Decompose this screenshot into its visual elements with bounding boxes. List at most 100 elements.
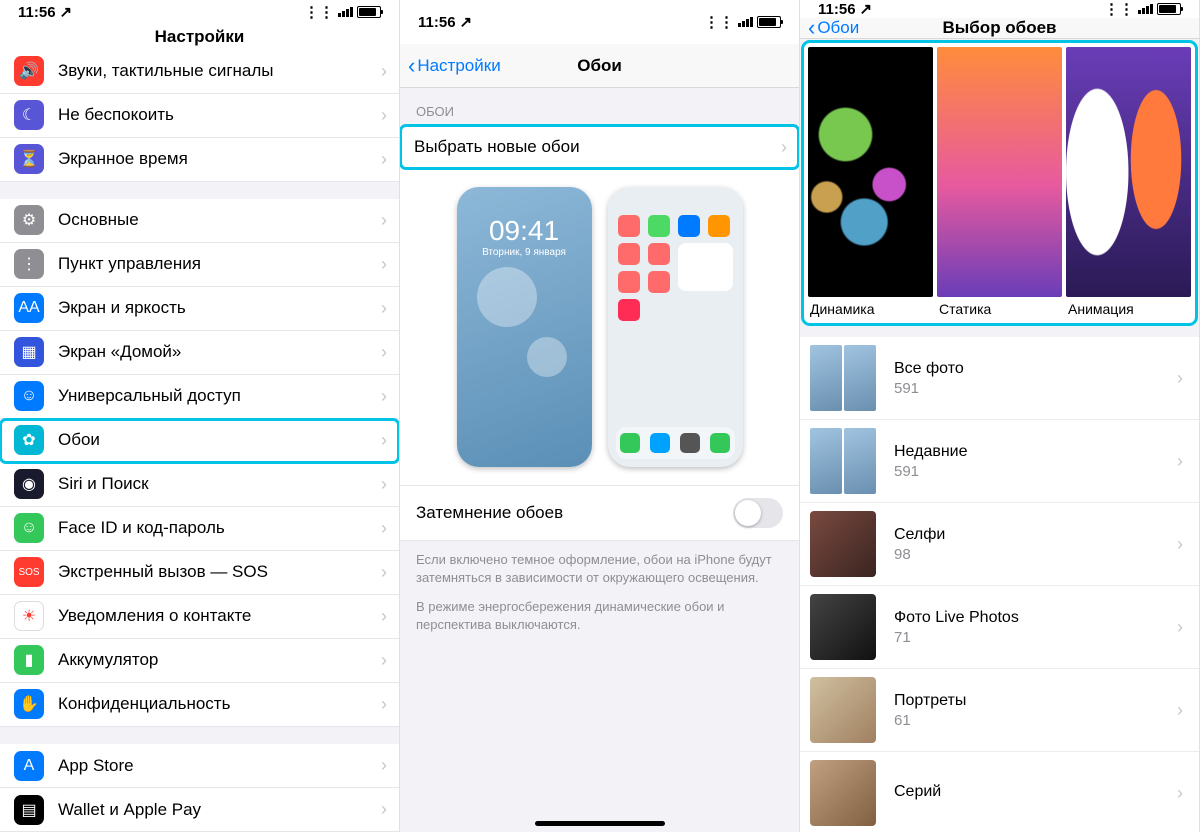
album-row[interactable]: Все фото591›: [800, 337, 1199, 420]
chevron-right-icon: ›: [381, 298, 399, 319]
settings-row[interactable]: ✿Обои›: [0, 419, 399, 463]
settings-group-2: ⚙Основные›⋮Пункт управления›AAЭкран и яр…: [0, 199, 399, 727]
footer-note-2: В режиме энергосбережения динамические о…: [400, 596, 799, 643]
page-title: Выбор обоев: [943, 18, 1057, 38]
row-icon: 🔊: [14, 56, 44, 86]
lockscreen-preview[interactable]: 09:41 Вторник, 9 января: [457, 187, 592, 467]
home-indicator: [535, 821, 665, 826]
album-row[interactable]: Селфи98›: [800, 503, 1199, 586]
row-icon: ⏳: [14, 144, 44, 174]
album-row[interactable]: Недавние591›: [800, 420, 1199, 503]
row-label: Основные: [58, 210, 381, 230]
location-icon: ↗: [860, 0, 873, 18]
album-name: Серий: [894, 783, 1177, 801]
settings-row[interactable]: AApp Store›: [0, 744, 399, 788]
chevron-right-icon: ›: [381, 755, 399, 776]
chevron-left-icon: ‹: [408, 55, 415, 77]
settings-row[interactable]: ▮Аккумулятор›: [0, 639, 399, 683]
chevron-right-icon: ›: [1177, 451, 1183, 472]
nav-header: Настройки: [0, 25, 399, 50]
row-choose-wallpaper[interactable]: Выбрать новые обои ›: [400, 125, 799, 169]
row-label: Face ID и код-пароль: [58, 518, 381, 538]
album-count: 98: [894, 546, 1177, 563]
row-label: Обои: [58, 430, 381, 450]
tile-live[interactable]: Анимация: [1066, 47, 1191, 319]
album-thumb: [810, 511, 876, 577]
settings-row[interactable]: ▦Экран «Домой»›: [0, 331, 399, 375]
album-thumb: [810, 428, 876, 494]
chevron-right-icon: ›: [381, 386, 399, 407]
battery-icon: [757, 16, 781, 28]
album-row[interactable]: Серий›: [800, 752, 1199, 832]
chevron-right-icon: ›: [1177, 617, 1183, 638]
tile-dynamic[interactable]: Динамика: [808, 47, 933, 319]
chevron-right-icon: ›: [381, 518, 399, 539]
row-icon: ☺: [14, 381, 44, 411]
settings-row[interactable]: ☾ Не беспокоить›: [0, 94, 399, 138]
chevron-right-icon: ›: [381, 650, 399, 671]
chevron-right-icon: ›: [1177, 368, 1183, 389]
screen-wallpaper-picker: 11:56 ↗ ⋮⋮ ‹ Обои Выбор обоев Динамика С…: [800, 0, 1200, 832]
settings-row[interactable]: ☺ Универсальный доступ›: [0, 375, 399, 419]
chevron-right-icon: ›: [381, 694, 399, 715]
album-thumb: [810, 345, 876, 411]
album-count: 591: [894, 463, 1177, 480]
settings-row[interactable]: SOSЭкстренный вызов — SOS›: [0, 551, 399, 595]
dim-toggle[interactable]: [733, 498, 783, 528]
row-label: Экранное время: [58, 149, 381, 169]
chevron-right-icon: ›: [381, 799, 399, 820]
location-icon: ↗: [460, 13, 473, 31]
chevron-right-icon: ›: [1177, 534, 1183, 555]
page-title: Обои: [577, 56, 622, 76]
wallpaper-categories: Динамика Статика Анимация: [804, 43, 1195, 323]
row-icon: ☺: [14, 513, 44, 543]
album-row[interactable]: Фото Live Photos71›: [800, 586, 1199, 669]
cell-bars-icon: [338, 7, 353, 17]
settings-row[interactable]: ◉Siri и Поиск›: [0, 463, 399, 507]
row-label: Не беспокоить: [58, 105, 381, 125]
settings-row[interactable]: ☺ Face ID и код-пароль›: [0, 507, 399, 551]
settings-row[interactable]: ✋Конфиденциальность›: [0, 683, 399, 727]
row-label: Затемнение обоев: [416, 503, 563, 523]
row-icon: SOS: [14, 557, 44, 587]
row-icon: ⋮: [14, 249, 44, 279]
back-label: Настройки: [417, 56, 500, 76]
back-button[interactable]: ‹ Обои: [808, 18, 859, 38]
row-icon: ▤: [14, 795, 44, 825]
row-label: Звуки, тактильные сигналы: [58, 61, 381, 81]
back-button[interactable]: ‹ Настройки: [408, 44, 501, 87]
settings-row[interactable]: AAЭкран и яркость›: [0, 287, 399, 331]
tile-still[interactable]: Статика: [937, 47, 1062, 319]
status-bar: 11:56 ↗ ⋮⋮: [0, 0, 399, 25]
tile-thumb: [1066, 47, 1191, 297]
tile-thumb: [808, 47, 933, 297]
cell-bars-icon: [738, 17, 753, 27]
tile-caption: Анимация: [1066, 297, 1191, 319]
signal-icon: ⋮⋮: [1104, 0, 1134, 18]
tile-thumb: [937, 47, 1062, 297]
row-icon: AA: [14, 293, 44, 323]
chevron-right-icon: ›: [381, 105, 399, 126]
section-header: ОБОИ: [400, 88, 799, 125]
location-icon: ↗: [60, 3, 73, 21]
row-icon: ◉: [14, 469, 44, 499]
battery-icon: [1157, 3, 1181, 15]
settings-row[interactable]: 🔊Звуки, тактильные сигналы›: [0, 50, 399, 94]
row-label: Универсальный доступ: [58, 386, 381, 406]
page-title: Настройки: [155, 27, 245, 47]
row-icon: ☾: [14, 100, 44, 130]
settings-row[interactable]: ⋮Пункт управления›: [0, 243, 399, 287]
album-row[interactable]: Портреты61›: [800, 669, 1199, 752]
settings-row[interactable]: ☀Уведомления о контакте›: [0, 595, 399, 639]
screen-wallpaper: 11:56 ↗ ⋮⋮ ‹ Настройки Обои ОБОИ Выбрать…: [400, 0, 800, 832]
chevron-right-icon: ›: [381, 430, 399, 451]
row-icon: ▮: [14, 645, 44, 675]
tile-caption: Динамика: [808, 297, 933, 319]
status-time: 11:56: [818, 1, 856, 18]
status-time: 11:56: [418, 14, 456, 31]
settings-row[interactable]: ▤Wallet и Apple Pay›: [0, 788, 399, 832]
settings-row[interactable]: ⚙Основные›: [0, 199, 399, 243]
chevron-right-icon: ›: [381, 474, 399, 495]
homescreen-preview[interactable]: [608, 187, 743, 467]
settings-row[interactable]: ⏳Экранное время›: [0, 138, 399, 182]
